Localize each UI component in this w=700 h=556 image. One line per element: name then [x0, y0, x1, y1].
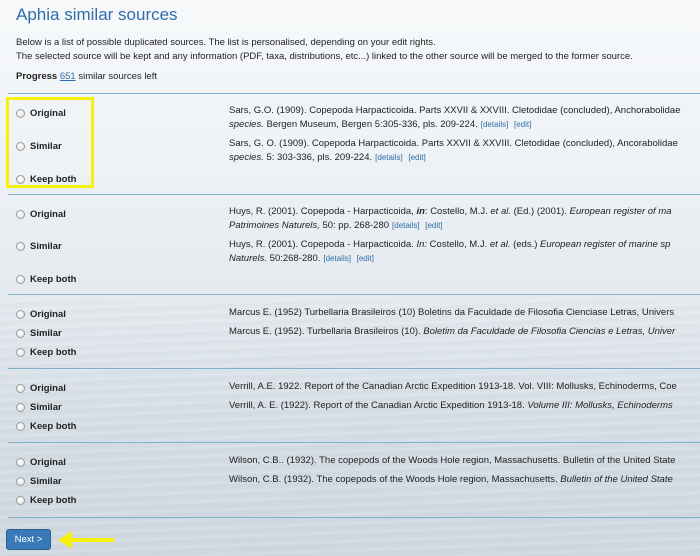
citation-italic: Naturels.: [229, 253, 268, 264]
citation-italic: species.: [229, 119, 264, 130]
citation-text: Verrill, A. E. (1922). Report of the Can…: [229, 400, 528, 411]
citation-text: 50: pp. 268-280: [319, 220, 390, 231]
source-original: Verrill, A.E. 1922. Report of the Canadi…: [229, 381, 677, 392]
arrow-left-icon: [58, 531, 114, 549]
source-original: Marcus E. (1952) Turbellaria Brasileiros…: [229, 307, 675, 318]
citation-italic: et al.: [490, 206, 511, 217]
highlight-box: [6, 97, 94, 188]
option-keep-both[interactable]: Keep both: [16, 347, 76, 358]
source-original: Sars, G.O. (1909). Copepoda Harpacticoid…: [229, 104, 700, 132]
citation-text: Huys, R. (2001). Copepoda - Harpacticoid…: [229, 239, 417, 250]
intro-line-1: Below is a list of possible duplicated s…: [16, 37, 436, 48]
option-label: Similar: [30, 328, 62, 339]
source-similar: Marcus E. (1952). Turbellaria Brasileiro…: [229, 325, 700, 339]
citation-text: Costello, M.J.: [429, 239, 490, 250]
source-group-5: Original Similar Keep both Wilson, C.B..…: [8, 442, 700, 518]
citation-text: (eds.): [510, 239, 541, 250]
option-label: Original: [30, 457, 66, 468]
option-similar[interactable]: Similar: [16, 476, 62, 487]
details-link[interactable]: [details]: [375, 153, 403, 162]
radio-original[interactable]: [16, 458, 25, 467]
citation-italic: European register of ma: [569, 206, 672, 217]
progress: Progress 651 similar sources left: [16, 71, 157, 82]
option-label: Original: [30, 309, 66, 320]
citation-text: Huys, R. (2001). Copepoda - Harpacticoid…: [229, 206, 417, 217]
progress-count-link[interactable]: 651: [60, 71, 76, 82]
radio-keep-both[interactable]: [16, 422, 25, 431]
page: Aphia similar sources Below is a list of…: [0, 0, 700, 556]
details-link[interactable]: [details]: [392, 221, 420, 230]
citation-line: Sars, G.O. (1909). Copepoda Harpacticoid…: [229, 105, 681, 116]
option-label: Keep both: [30, 347, 77, 358]
radio-similar[interactable]: [16, 242, 25, 251]
citation-text: 50:268-280.: [267, 253, 321, 264]
option-keep-both[interactable]: Keep both: [16, 421, 76, 432]
edit-link[interactable]: [edit]: [357, 254, 374, 263]
citation-line: Sars, G. O. (1909). Copepoda Harpacticoi…: [229, 138, 678, 149]
intro-text: Below is a list of possible duplicated s…: [16, 36, 696, 64]
option-label: Keep both: [30, 495, 77, 506]
citation-italic: Patrimoines Naturels,: [229, 220, 320, 231]
radio-similar[interactable]: [16, 403, 25, 412]
edit-link[interactable]: [edit]: [514, 120, 531, 129]
source-original: Huys, R. (2001). Copepoda - Harpacticoid…: [229, 205, 700, 233]
progress-label: Progress: [16, 71, 58, 82]
radio-similar[interactable]: [16, 329, 25, 338]
citation-italic: species.: [229, 152, 264, 163]
option-similar[interactable]: Similar: [16, 402, 62, 413]
option-label: Original: [30, 383, 66, 394]
option-label: Similar: [30, 241, 62, 252]
citation-text: : Costello, M.J.: [424, 206, 491, 217]
source-similar: Sars, G. O. (1909). Copepoda Harpacticoi…: [229, 137, 700, 165]
radio-keep-both[interactable]: [16, 275, 25, 284]
option-label: Keep both: [30, 421, 77, 432]
citation-text: Wilson, C.B. (1932). The copepods of the…: [229, 474, 561, 485]
source-group-1: Original Similar Keep both Sars, G.O. (1…: [8, 93, 700, 194]
option-label: Similar: [30, 402, 62, 413]
citation-text: (Ed.) (2001).: [511, 206, 570, 217]
citation-text: Marcus E. (1952). Turbellaria Brasileiro…: [229, 326, 424, 337]
radio-original[interactable]: [16, 310, 25, 319]
option-original[interactable]: Original: [16, 383, 66, 394]
citation-text: Bergen Museum, Bergen 5:305-336, pls. 20…: [263, 119, 478, 130]
citation-italic: in: [416, 206, 425, 217]
radio-keep-both[interactable]: [16, 496, 25, 505]
source-similar: Huys, R. (2001). Copepoda - Harpacticoid…: [229, 238, 700, 266]
option-original[interactable]: Original: [16, 309, 66, 320]
source-similar: Wilson, C.B. (1932). The copepods of the…: [229, 473, 700, 487]
page-title: Aphia similar sources: [16, 5, 178, 24]
option-similar[interactable]: Similar: [16, 241, 62, 252]
radio-original[interactable]: [16, 210, 25, 219]
next-button[interactable]: Next >: [6, 529, 51, 550]
citation-italic: et al.: [489, 239, 511, 250]
option-keep-both[interactable]: Keep both: [16, 495, 76, 506]
radio-original[interactable]: [16, 384, 25, 393]
source-original: Wilson, C.B.. (1932). The copepods of th…: [229, 455, 676, 466]
intro-line-2: The selected source will be kept and any…: [16, 51, 633, 62]
details-link[interactable]: [details]: [481, 120, 509, 129]
option-label: Similar: [30, 476, 62, 487]
progress-suffix: similar sources left: [78, 71, 157, 82]
citation-italic: Boletim da Faculdade de Filosofia Cienci…: [423, 326, 676, 337]
source-similar: Verrill, A. E. (1922). Report of the Can…: [229, 399, 700, 413]
option-label: Keep both: [30, 274, 77, 285]
option-original[interactable]: Original: [16, 457, 66, 468]
source-group-4: Original Similar Keep both Verrill, A.E.…: [8, 368, 700, 443]
edit-link[interactable]: [edit]: [408, 153, 425, 162]
citation-text: 5: 303-336, pls. 209-224.: [263, 152, 373, 163]
radio-similar[interactable]: [16, 477, 25, 486]
source-group-2: Original Similar Keep both Huys, R. (200…: [8, 194, 700, 295]
source-group-3: Original Similar Keep both Marcus E. (19…: [8, 294, 700, 369]
citation-italic: In:: [416, 239, 430, 250]
citation-italic: Volume III: Mollusks, Echinoderms: [527, 400, 673, 411]
citation-italic: European register of marine sp: [540, 239, 671, 250]
details-link[interactable]: [details]: [323, 254, 351, 263]
option-label: Original: [30, 209, 66, 220]
option-original[interactable]: Original: [16, 209, 66, 220]
edit-link[interactable]: [edit]: [425, 221, 442, 230]
radio-keep-both[interactable]: [16, 348, 25, 357]
option-similar[interactable]: Similar: [16, 328, 62, 339]
citation-italic: Bulletin of the United State: [560, 474, 673, 485]
option-keep-both[interactable]: Keep both: [16, 274, 76, 285]
